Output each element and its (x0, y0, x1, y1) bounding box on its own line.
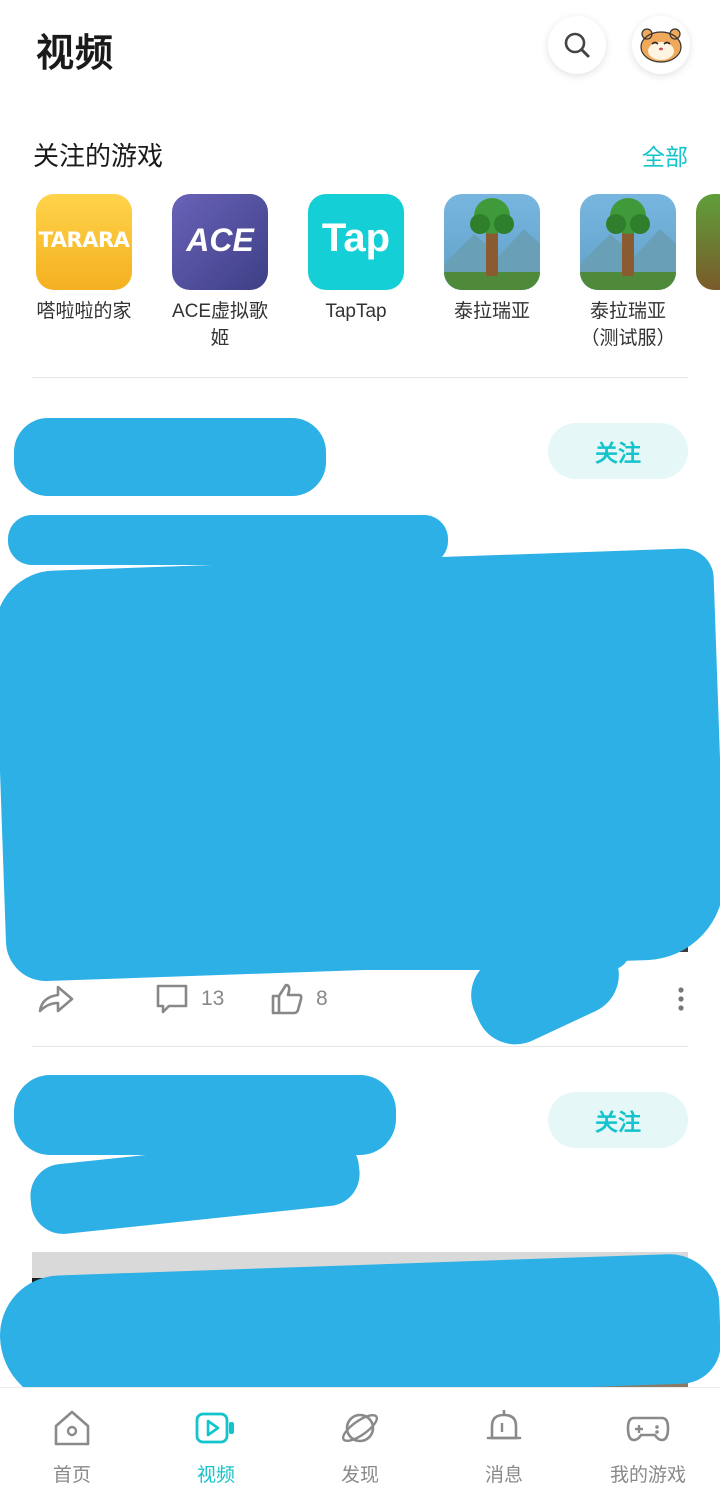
game-name: 泰拉瑞亚 (453, 301, 530, 322)
game-icon (696, 194, 720, 290)
share-icon (38, 985, 74, 1013)
post-action-bar: 13 8 (0, 974, 720, 1024)
tarara-icon: TARARA (36, 194, 132, 290)
divider (32, 377, 688, 378)
comment-button[interactable]: 13 (155, 974, 224, 1024)
game-item-tarara[interactable]: TARARA 嗒啦啦的家 (16, 194, 152, 325)
game-item-terraria-test[interactable]: 泰拉瑞亚（测试服） (560, 194, 696, 352)
tab-discover[interactable]: 发现 (288, 1388, 432, 1495)
avatar[interactable] (632, 16, 690, 74)
search-button[interactable] (548, 16, 606, 74)
like-count: 8 (316, 987, 328, 1010)
game-item-ace[interactable]: ACE ACE虚拟歌姬 (152, 194, 288, 352)
share-button[interactable] (36, 974, 76, 1024)
tab-label: 消息 (484, 1465, 523, 1486)
game-name: 嗒啦啦的家 (36, 301, 132, 322)
tab-label: 我的游戏 (609, 1465, 686, 1486)
tab-home[interactable]: 首页 (0, 1388, 144, 1495)
game-item-taptap[interactable]: Tap TapTap (288, 194, 424, 325)
game-icon-text: ACE (186, 222, 254, 258)
followed-games-header: 关注的游戏 全部 (0, 130, 720, 176)
like-button[interactable]: 8 (270, 974, 328, 1024)
followed-games-list: TARARA 嗒啦啦的家 ACE ACE虚拟歌姬 Tap TapTap 泰拉瑞亚 (0, 194, 720, 364)
tab-my-games[interactable]: 我的游戏 (576, 1388, 720, 1495)
section-title: 关注的游戏 (33, 141, 164, 171)
redaction-scribble (0, 1252, 720, 1408)
follow-button[interactable]: 关注 (548, 423, 688, 479)
more-options-button[interactable] (672, 974, 690, 1024)
planet-icon (341, 1413, 379, 1443)
gamepad-icon (626, 1416, 670, 1442)
bottom-tab-bar: 首页 视频 发现 消息 我的游戏 (0, 1387, 720, 1495)
video-icon (195, 1412, 234, 1444)
more-vertical-icon (678, 987, 684, 1011)
game-name: ACE虚拟歌姬 (171, 301, 269, 349)
comment-count: 13 (201, 987, 225, 1010)
comment-icon (156, 984, 188, 1014)
home-icon (54, 1410, 90, 1446)
tab-label: 视频 (196, 1465, 235, 1486)
tab-video[interactable]: 视频 (144, 1388, 288, 1495)
redaction-scribble (0, 547, 720, 983)
tab-label: 发现 (340, 1465, 379, 1486)
game-item-partial[interactable] (696, 194, 720, 290)
game-icon-text: Tap (321, 216, 391, 260)
tab-label: 首页 (52, 1465, 91, 1486)
thumbs-up-icon (271, 983, 303, 1015)
page-title: 视频 (36, 33, 115, 75)
tab-messages[interactable]: 消息 (432, 1388, 576, 1495)
terraria-tree-icon (444, 194, 540, 290)
view-all-link[interactable]: 全部 (642, 138, 688, 172)
bell-icon (486, 1410, 522, 1440)
terraria-tree-icon (580, 194, 676, 290)
game-icon-text: TARARA (38, 228, 130, 252)
follow-button[interactable]: 关注 (548, 1092, 688, 1148)
game-name: TapTap (325, 301, 387, 322)
top-header: 视频 (0, 0, 720, 100)
ace-icon: ACE (172, 194, 268, 290)
divider (32, 1046, 688, 1047)
taptap-icon: Tap (308, 194, 404, 290)
hamster-avatar-icon (640, 28, 682, 63)
game-item-terraria[interactable]: 泰拉瑞亚 (424, 194, 560, 325)
game-name: 泰拉瑞亚（测试服） (580, 301, 676, 349)
redaction-scribble (8, 515, 448, 565)
redaction-scribble (14, 418, 326, 496)
search-icon (564, 32, 590, 58)
